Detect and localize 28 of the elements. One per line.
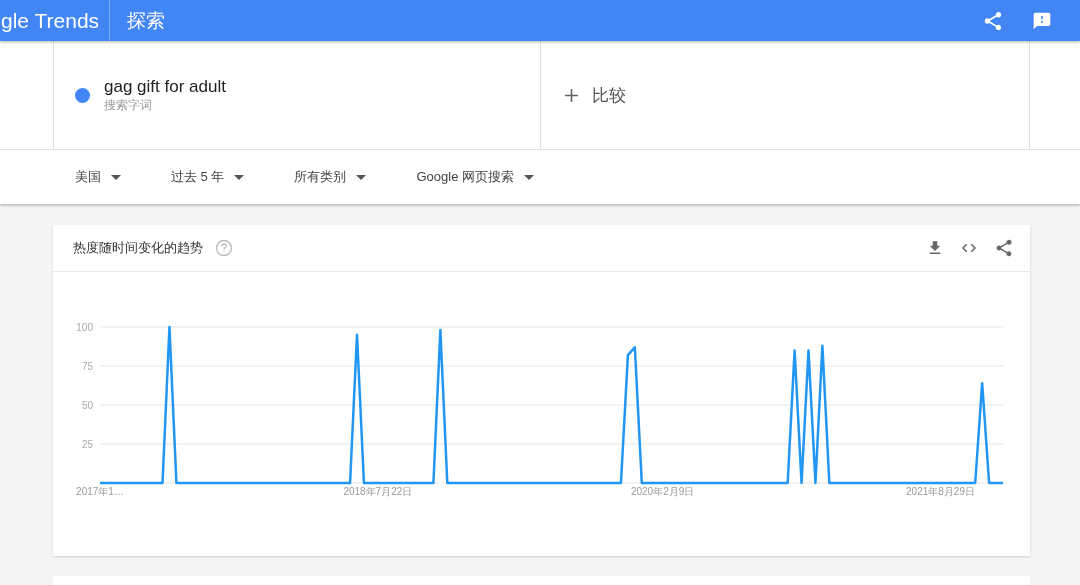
axis-label: 100 bbox=[76, 322, 93, 333]
dropdown-arrow-icon bbox=[234, 174, 245, 180]
axis-label: 2021年8月29日 bbox=[906, 486, 975, 497]
axis-label: 25 bbox=[81, 439, 93, 450]
axis-label: 2017年1… bbox=[76, 486, 124, 497]
share-button[interactable] bbox=[982, 9, 1004, 32]
axis-label: 2020年2月9日 bbox=[630, 486, 695, 497]
dropdown-arrow-icon bbox=[524, 174, 534, 180]
term-type: 搜索字词 bbox=[104, 96, 153, 114]
share-icon bbox=[994, 238, 1014, 258]
page-title: 探索 bbox=[127, 8, 167, 33]
filter-dropdown[interactable]: 所有类别 bbox=[294, 168, 367, 186]
share-icon bbox=[982, 9, 1004, 32]
feedback-icon bbox=[1032, 10, 1052, 31]
axis-label: 75 bbox=[81, 361, 93, 372]
filter-dropdown[interactable]: Google 网页搜索 bbox=[416, 168, 534, 186]
plus-icon bbox=[565, 88, 578, 102]
axis-label: 2018年7月22日 bbox=[343, 486, 413, 497]
axis-label: 50 bbox=[81, 400, 93, 411]
logo-text[interactable]: gle Trends bbox=[1, 8, 100, 33]
filter-dropdown[interactable]: 美国 bbox=[75, 168, 121, 186]
card-title: 热度随时间变化的趋势 bbox=[73, 239, 203, 257]
search-term[interactable]: gag gift for adult bbox=[104, 76, 226, 97]
share-button[interactable] bbox=[994, 238, 1014, 258]
filter-dropdown[interactable]: 过去 5 年 bbox=[171, 168, 245, 186]
feedback-button[interactable] bbox=[1032, 10, 1052, 31]
dropdown-arrow-icon bbox=[356, 174, 367, 180]
dropdown-arrow-icon bbox=[111, 174, 121, 180]
